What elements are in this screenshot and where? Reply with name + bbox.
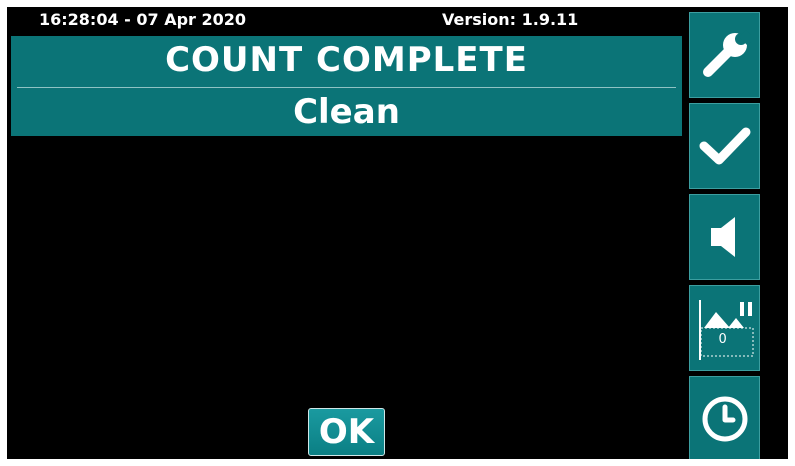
status-bar: 16:28:04 - 07 Apr 2020 Version: 1.9.11 bbox=[7, 7, 687, 35]
wrench-icon bbox=[702, 29, 751, 77]
status-datetime: 16:28:04 - 07 Apr 2020 bbox=[39, 10, 247, 29]
histogram-zero-label: 0 bbox=[718, 332, 727, 347]
ok-button[interactable]: OK bbox=[308, 408, 385, 456]
clock-icon bbox=[702, 396, 747, 442]
speaker-icon bbox=[710, 217, 735, 257]
banner-title: COUNT COMPLETE bbox=[165, 40, 528, 80]
sound-button[interactable] bbox=[689, 194, 760, 280]
clock-button[interactable] bbox=[689, 376, 760, 459]
histogram-graphic: 0 bbox=[692, 290, 758, 366]
status-banner: COUNT COMPLETE Clean bbox=[11, 36, 682, 136]
device-screen: 16:28:04 - 07 Apr 2020 Version: 1.9.11 C… bbox=[7, 7, 788, 459]
histogram-button[interactable]: 0 bbox=[689, 285, 760, 371]
settings-button[interactable] bbox=[689, 12, 760, 98]
confirm-button[interactable] bbox=[689, 103, 760, 189]
banner-divider bbox=[17, 87, 676, 88]
banner-subtitle: Clean bbox=[293, 92, 400, 132]
status-version: Version: 1.9.11 bbox=[442, 10, 579, 29]
histogram-icon bbox=[698, 300, 753, 360]
checkmark-icon bbox=[699, 127, 750, 165]
